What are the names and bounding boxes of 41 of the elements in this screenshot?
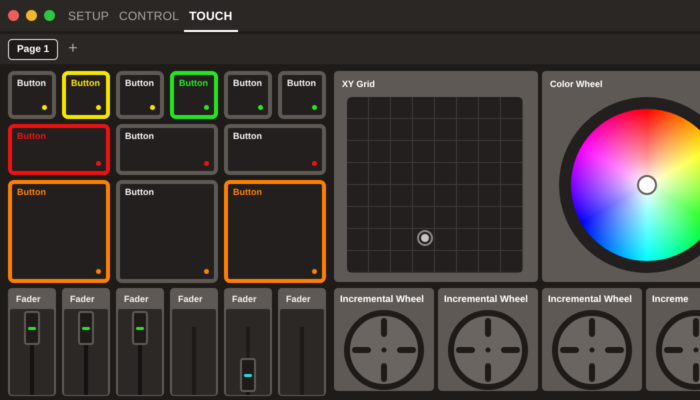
- xy-handle[interactable]: [421, 234, 429, 242]
- wheel-label: Incremental Wheel: [340, 294, 424, 305]
- pad-button[interactable]: Button: [278, 71, 326, 119]
- fader-label: Fader: [232, 294, 258, 304]
- pad-button[interactable]: Button: [8, 180, 110, 283]
- zoom-icon[interactable]: [44, 10, 55, 21]
- jog-wheel-icon[interactable]: [343, 309, 425, 391]
- wheel-label: Increme: [652, 294, 688, 305]
- pad-button[interactable]: Button: [116, 180, 218, 283]
- tab[interactable]: TOUCH: [184, 1, 238, 32]
- color-handle[interactable]: [637, 175, 657, 195]
- pad-button[interactable]: Button: [170, 71, 218, 119]
- fader-label: Fader: [124, 294, 150, 304]
- pad-button[interactable]: Button: [116, 124, 218, 175]
- wheel-label: Incremental Wheel: [548, 294, 632, 305]
- fader-handle[interactable]: [24, 311, 40, 346]
- close-icon[interactable]: [8, 10, 19, 21]
- minimize-icon[interactable]: [26, 10, 37, 21]
- fader-label: Fader: [178, 294, 204, 304]
- fader-label: Fader: [286, 294, 312, 304]
- pad-button[interactable]: Button: [224, 180, 326, 283]
- jog-wheel-icon[interactable]: [551, 309, 633, 391]
- fader-handle[interactable]: [132, 311, 148, 346]
- jog-wheel-icon[interactable]: [447, 309, 529, 391]
- fader-label: Fader: [16, 294, 42, 304]
- pad-button[interactable]: Button: [8, 71, 56, 119]
- panel-title: Color Wheel: [550, 79, 603, 89]
- pad-button[interactable]: Button: [116, 71, 164, 119]
- pad-button[interactable]: Button: [224, 124, 326, 175]
- panel-title: XY Grid: [342, 79, 375, 89]
- wheel-label: Incremental Wheel: [444, 294, 528, 305]
- fader-handle[interactable]: [240, 358, 256, 392]
- tab[interactable]: SETUP: [63, 1, 114, 32]
- pad-button[interactable]: Button: [224, 71, 272, 119]
- fader-label: Fader: [70, 294, 96, 304]
- fader-handle[interactable]: [78, 311, 94, 346]
- add-page-button[interactable]: +: [68, 40, 78, 58]
- pad-button[interactable]: Button: [8, 124, 110, 175]
- pad-button[interactable]: Button: [62, 71, 110, 119]
- tab[interactable]: CONTROL: [114, 1, 184, 32]
- page-tab[interactable]: Page 1: [8, 38, 58, 60]
